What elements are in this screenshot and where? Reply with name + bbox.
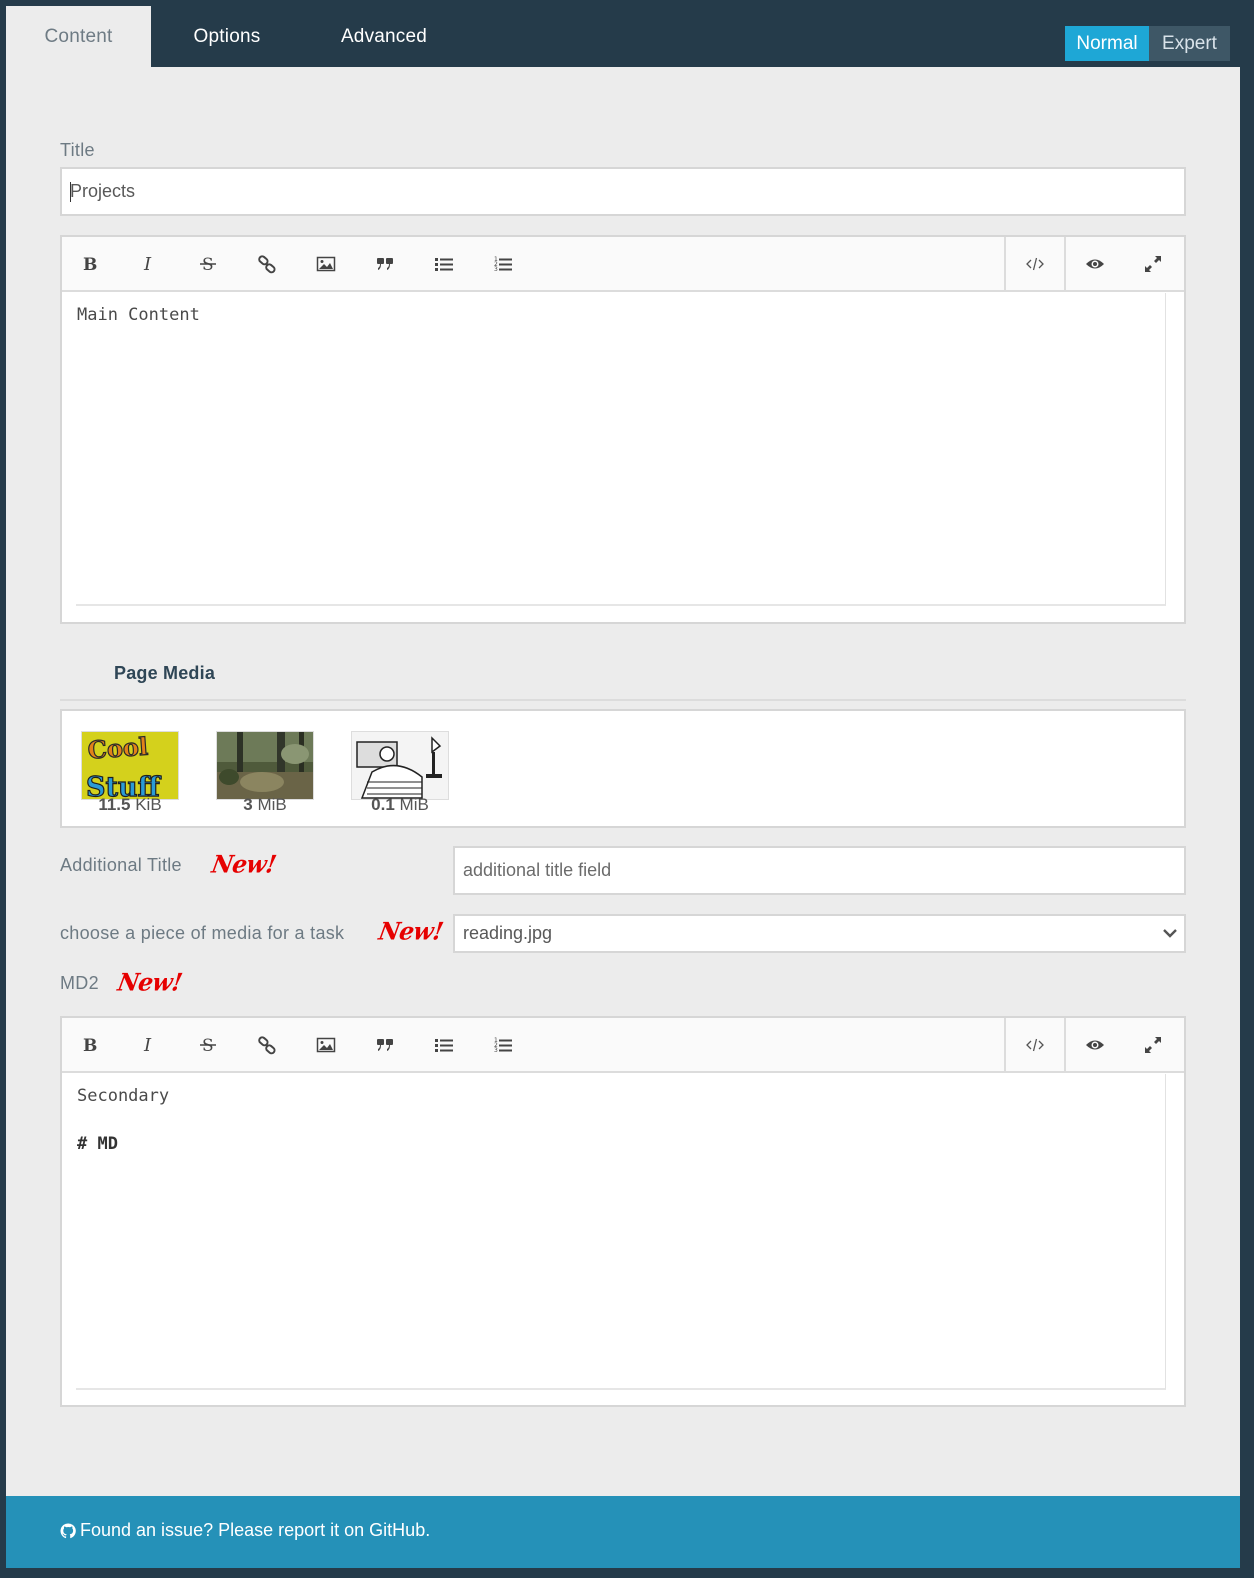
numbered-list-icon[interactable]: 123: [475, 1018, 531, 1072]
svg-text:I: I: [143, 1035, 152, 1055]
numbered-list-icon[interactable]: 123: [475, 237, 531, 291]
normal-mode-button[interactable]: Normal: [1065, 26, 1149, 61]
report-issue-link[interactable]: Found an issue? Please report it on GitH…: [60, 1520, 430, 1541]
page-media-box: Cool Stuff 11.5 KiB 3 MiB 0.1 MiB: [60, 709, 1186, 828]
image-icon[interactable]: [298, 237, 354, 291]
media-size: 11.5 KiB: [98, 795, 162, 814]
italic-icon[interactable]: I: [121, 237, 177, 291]
svg-text:3: 3: [494, 266, 498, 273]
fullscreen-icon[interactable]: [1124, 237, 1182, 291]
main-content-editor: B I S 123 Main Content: [60, 235, 1186, 624]
additional-title-input[interactable]: [453, 846, 1186, 895]
text-caret: [70, 182, 71, 202]
md2-label: MD2: [60, 973, 99, 993]
new-badge: New!: [115, 968, 185, 997]
footer-text: Found an issue? Please report it on GitH…: [80, 1520, 431, 1540]
editor-line: Secondary: [77, 1086, 170, 1106]
fullscreen-icon[interactable]: [1124, 1018, 1182, 1072]
quote-icon[interactable]: [357, 237, 413, 291]
svg-text:Cool: Cool: [87, 732, 149, 765]
bullet-list-icon[interactable]: [416, 1018, 472, 1072]
bold-icon[interactable]: B: [62, 1018, 118, 1072]
new-badge: New!: [209, 850, 279, 879]
tab-advanced[interactable]: Advanced: [303, 6, 465, 67]
md2-editor: B I S 123 Secondary # MD: [60, 1016, 1186, 1407]
media-size: 3 MiB: [243, 795, 287, 814]
top-bar: Content Options Advanced Normal Expert: [6, 6, 1240, 67]
chevron-down-icon: [1163, 929, 1177, 938]
media-select-label: choose a piece of media for a task: [60, 923, 345, 943]
image-icon[interactable]: [298, 1018, 354, 1072]
main-content-textarea[interactable]: Main Content: [76, 293, 1166, 606]
editor-toolbar: B I S 123: [62, 237, 1184, 292]
media-thumbnail-forest[interactable]: [216, 731, 314, 800]
preview-icon[interactable]: [1066, 1018, 1124, 1072]
title-input[interactable]: [60, 167, 1186, 216]
md2-textarea[interactable]: Secondary # MD: [76, 1074, 1166, 1390]
link-icon[interactable]: [239, 237, 295, 291]
page-media-heading: Page Media: [114, 663, 216, 683]
media-select-dropdown[interactable]: reading.jpg: [453, 914, 1186, 953]
editor-toolbar: B I S 123: [62, 1018, 1184, 1073]
preview-icon[interactable]: [1066, 237, 1124, 291]
quote-icon[interactable]: [357, 1018, 413, 1072]
media-thumbnail-cool-stuff[interactable]: Cool Stuff: [81, 731, 179, 800]
new-badge: New!: [376, 917, 446, 946]
expert-mode-button[interactable]: Expert: [1149, 26, 1230, 61]
additional-title-label: Additional Title: [60, 855, 182, 875]
svg-text:B: B: [83, 255, 97, 274]
bold-icon[interactable]: B: [62, 237, 118, 291]
code-icon[interactable]: [1006, 1018, 1064, 1072]
admin-frame: Content Options Advanced Normal Expert T…: [6, 6, 1240, 1568]
divider: [60, 699, 1186, 701]
github-icon: [60, 1522, 76, 1538]
media-size: 0.1 MiB: [371, 795, 429, 814]
selected-value: reading.jpg: [463, 923, 553, 943]
title-label: Title: [60, 140, 95, 160]
tab-options[interactable]: Options: [151, 6, 303, 67]
italic-icon[interactable]: I: [121, 1018, 177, 1072]
svg-text:B: B: [83, 1036, 97, 1055]
svg-text:3: 3: [494, 1047, 498, 1054]
bullet-list-icon[interactable]: [416, 237, 472, 291]
strikethrough-icon[interactable]: S: [180, 1018, 236, 1072]
svg-text:I: I: [143, 254, 152, 274]
editor-line: # MD: [77, 1134, 118, 1154]
code-icon[interactable]: [1006, 237, 1064, 291]
link-icon[interactable]: [239, 1018, 295, 1072]
tab-content[interactable]: Content: [6, 6, 151, 67]
media-thumbnail-reading[interactable]: [351, 731, 449, 800]
editor-line: Main Content: [77, 305, 200, 325]
footer: Found an issue? Please report it on GitH…: [6, 1496, 1240, 1568]
strikethrough-icon[interactable]: S: [180, 237, 236, 291]
